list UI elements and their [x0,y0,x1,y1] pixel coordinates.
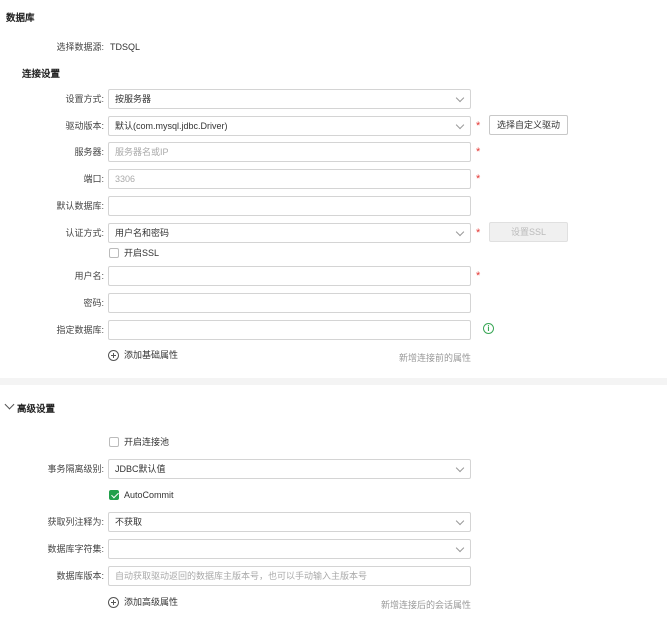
chevron-down-icon[interactable] [4,399,15,410]
driver-select[interactable]: 默认(com.mysql.jdbc.Driver) [108,116,471,136]
ssl-label: 开启SSL [124,248,160,258]
section-divider [0,378,667,385]
password-label: 密码: [83,298,104,308]
version-label: 数据库版本: [56,571,104,581]
required-mark: * [476,173,481,185]
username-input[interactable] [108,266,471,286]
username-label: 用户名: [74,271,104,281]
setup-mode-select[interactable]: 按服务器 [108,89,471,109]
default-db-input[interactable] [108,196,471,216]
add-basic-property-link[interactable]: 添加基础属性 [124,350,178,361]
pool-label: 开启连接池 [124,437,170,447]
specified-db-input[interactable] [108,320,471,340]
setup-mode-label: 设置方式: [65,94,104,104]
charset-select[interactable] [108,539,471,559]
pre-connection-note: 新增连接前的属性 [399,353,472,363]
required-mark: * [476,227,481,239]
auth-label: 认证方式: [65,228,104,238]
driver-label: 驱动版本: [65,121,104,131]
required-mark: * [476,146,481,158]
default-db-label: 默认数据库: [56,201,104,211]
advanced-heading[interactable]: 高级设置 [17,401,55,415]
autocommit-label: AutoCommit [124,490,174,500]
add-icon[interactable] [108,597,119,608]
comment-select[interactable]: 不获取 [108,512,471,532]
port-input[interactable]: 3306 [108,169,471,189]
password-input[interactable] [108,293,471,313]
auth-select[interactable]: 用户名和密码 [108,223,471,243]
connection-heading: 连接设置 [22,69,61,80]
info-icon[interactable]: i [483,323,494,334]
required-mark: * [476,120,481,132]
post-connection-note: 新增连接后的会话属性 [381,600,472,610]
isolation-label: 事务隔离级别: [47,464,104,474]
server-input[interactable]: 服务器名或IP [108,142,471,162]
custom-driver-button[interactable]: 选择自定义驱动 [489,115,568,135]
ssl-settings-button[interactable]: 设置SSL [489,222,568,242]
pool-checkbox[interactable] [109,437,119,447]
server-label: 服务器: [74,147,104,157]
specified-db-label: 指定数据库: [56,325,104,335]
source-label: 选择数据源: [56,42,104,52]
comment-label: 获取列注释为: [47,517,104,527]
charset-label: 数据库字符集: [47,544,104,554]
page-title: 数据库 [6,13,35,24]
isolation-select[interactable]: JDBC默认值 [108,459,471,479]
version-input[interactable]: 自动获取驱动返回的数据库主版本号，也可以手动输入主版本号 [108,566,471,586]
ssl-checkbox[interactable] [109,248,119,258]
source-value: TDSQL [110,42,141,52]
add-advanced-property-link[interactable]: 添加高级属性 [124,597,178,608]
autocommit-checkbox[interactable] [109,490,119,500]
add-icon[interactable] [108,350,119,361]
required-mark: * [476,270,481,282]
port-label: 端口: [83,174,104,184]
